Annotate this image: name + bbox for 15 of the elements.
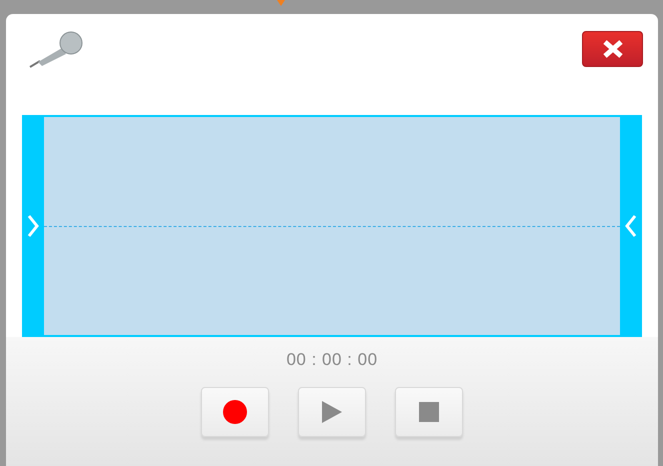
record-button[interactable] bbox=[200, 387, 268, 437]
record-icon bbox=[222, 400, 246, 424]
chevron-left-icon bbox=[625, 214, 637, 238]
play-button[interactable] bbox=[298, 387, 366, 437]
close-button[interactable] bbox=[582, 31, 643, 67]
pointer-icon bbox=[277, 0, 285, 6]
left-handle[interactable] bbox=[22, 117, 44, 335]
stop-icon bbox=[418, 402, 438, 422]
right-handle[interactable] bbox=[620, 117, 642, 335]
microphone-icon bbox=[28, 31, 83, 69]
chevron-right-icon bbox=[27, 214, 39, 238]
play-icon bbox=[322, 401, 342, 423]
stop-button[interactable] bbox=[394, 387, 462, 437]
close-icon bbox=[602, 40, 622, 58]
elapsed-time: 00 : 00 : 00 bbox=[286, 350, 378, 370]
